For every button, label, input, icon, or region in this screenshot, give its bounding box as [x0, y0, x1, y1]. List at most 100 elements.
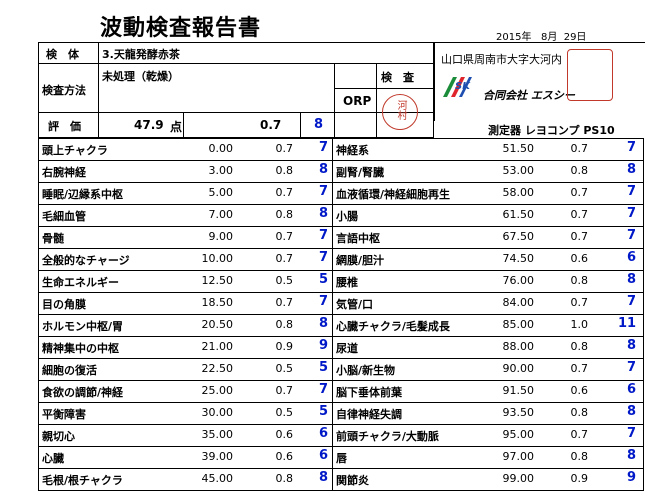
left-item-value: 35.00	[201, 428, 234, 441]
left-item-coef: 0.8	[275, 208, 294, 221]
right-item-level: 8	[626, 272, 636, 287]
left-item-coef: 0.7	[275, 230, 294, 243]
right-item-level: 7	[626, 228, 636, 243]
instrument-label: 測定器 レヨコンプ PS10	[488, 124, 615, 137]
company-name: 合同会社 エスシー	[483, 89, 575, 102]
left-item-level: 8	[318, 470, 328, 485]
left-item-value: 45.00	[201, 472, 234, 485]
right-item-value: 85.00	[502, 318, 535, 331]
report-title: 波動検査報告書	[100, 15, 262, 41]
right-item-coef: 0.6	[570, 252, 589, 265]
right-item-coef: 0.8	[570, 340, 589, 353]
left-item-level: 7	[318, 250, 328, 265]
right-item-level: 7	[626, 140, 636, 155]
right-item-coef: 0.7	[570, 362, 589, 375]
header-table: 検 体 3.天龍発酵赤茶 検査方法 未処理（乾燥） 検 査 ORP 評 価 47…	[38, 42, 434, 138]
right-item-value: 99.00	[502, 472, 535, 485]
report-date: 2015年 8月 29日	[496, 32, 587, 43]
left-item-name: 右腕神経	[42, 166, 86, 179]
right-item-name: 関節炎	[336, 474, 369, 487]
left-item-coef: 0.8	[275, 472, 294, 485]
table-row: 全般的なチャージ 10.00 0.7 7 網膜/胆汁 74.50 0.6 6	[38, 248, 644, 271]
left-item-value: 12.50	[201, 274, 234, 287]
right-item-level: 8	[626, 448, 636, 463]
inspect-label: 検 査	[381, 71, 414, 84]
left-item-level: 8	[318, 316, 328, 331]
right-item-name: 前頭チャクラ/大動脈	[336, 430, 439, 443]
table-row: 睡眠/辺縁系中枢 5.00 0.7 7 血液循環/神経細胞再生 58.00 0.…	[38, 182, 644, 205]
right-item-level: 8	[626, 404, 636, 419]
right-item-level: 7	[626, 294, 636, 309]
orp-label: ORP	[343, 94, 372, 108]
left-item-coef: 0.5	[275, 274, 294, 287]
right-item-coef: 0.8	[570, 406, 589, 419]
right-item-coef: 0.7	[570, 142, 589, 155]
left-item-value: 25.00	[201, 384, 234, 397]
table-row: 毛根/根チャクラ 45.00 0.8 8 関節炎 99.00 0.9 9	[38, 468, 644, 491]
right-item-value: 74.50	[502, 252, 535, 265]
left-item-name: ホルモン中枢/胃	[42, 320, 124, 333]
left-item-name: 毛細血管	[42, 210, 86, 223]
right-item-name: 唇	[336, 452, 347, 465]
table-row: 親切心 35.00 0.6 6 前頭チャクラ/大動脈 95.00 0.7 7	[38, 424, 644, 447]
right-item-coef: 0.8	[570, 450, 589, 463]
right-item-level: 7	[626, 360, 636, 375]
left-item-value: 10.00	[201, 252, 234, 265]
right-item-coef: 0.7	[570, 208, 589, 221]
method-value: 未処理（乾燥）	[102, 70, 179, 83]
eval-level: 8	[314, 117, 324, 132]
right-item-coef: 0.8	[570, 164, 589, 177]
right-item-value: 61.50	[502, 208, 535, 221]
right-item-coef: 0.7	[570, 296, 589, 309]
right-item-name: 神経系	[336, 144, 369, 157]
right-item-name: 小脳/新生物	[336, 364, 396, 377]
right-item-value: 91.50	[502, 384, 535, 397]
right-item-name: 血液循環/神経細胞再生	[336, 188, 451, 201]
right-item-name: 気管/口	[336, 298, 374, 311]
left-item-name: 頭上チャクラ	[42, 144, 108, 157]
eval-label: 評 価	[48, 120, 81, 133]
left-item-coef: 0.8	[275, 318, 294, 331]
right-item-name: 心臓チャクラ/毛髪成長	[336, 320, 450, 333]
left-item-value: 18.50	[201, 296, 234, 309]
table-row: 平衡障害 30.00 0.5 5 自律神経失調 93.50 0.8 8	[38, 402, 644, 425]
left-item-coef: 0.7	[275, 186, 294, 199]
left-item-coef: 0.9	[275, 340, 294, 353]
left-item-level: 6	[318, 426, 328, 441]
eval-unit: 点	[170, 120, 183, 134]
left-item-level: 5	[318, 272, 328, 287]
left-item-level: 8	[318, 162, 328, 177]
right-item-coef: 1.0	[570, 318, 589, 331]
left-item-name: 食欲の調節/神経	[42, 386, 124, 399]
right-item-value: 95.00	[502, 428, 535, 441]
right-item-coef: 0.9	[570, 472, 589, 485]
eval-coef: 0.7	[260, 118, 282, 132]
right-item-name: 尿道	[336, 342, 358, 355]
left-item-coef: 0.7	[275, 252, 294, 265]
right-item-level: 6	[626, 382, 636, 397]
company-square-seal	[567, 49, 613, 101]
right-item-coef: 0.7	[570, 186, 589, 199]
left-item-level: 9	[318, 338, 328, 353]
left-item-name: 細胞の復活	[42, 364, 97, 377]
table-row: 食欲の調節/神経 25.00 0.7 7 脳下垂体前葉 91.50 0.6 6	[38, 380, 644, 403]
right-item-value: 53.00	[502, 164, 535, 177]
left-item-name: 全般的なチャージ	[42, 254, 130, 267]
left-item-coef: 0.7	[275, 296, 294, 309]
right-item-coef: 0.6	[570, 384, 589, 397]
eval-score: 47.9	[134, 118, 164, 132]
left-item-name: 精神集中の中枢	[42, 342, 119, 355]
left-item-level: 7	[318, 228, 328, 243]
left-item-value: 9.00	[208, 230, 234, 243]
left-item-name: 親切心	[42, 430, 75, 443]
left-item-level: 7	[318, 184, 328, 199]
left-item-value: 30.00	[201, 406, 234, 419]
left-item-value: 7.00	[208, 208, 234, 221]
right-item-value: 93.50	[502, 406, 535, 419]
company-address: 山口県周南市大字大河内	[441, 53, 562, 66]
right-item-level: 7	[626, 426, 636, 441]
left-item-level: 8	[318, 206, 328, 221]
left-item-coef: 0.7	[275, 142, 294, 155]
right-item-value: 76.00	[502, 274, 535, 287]
left-item-name: 目の角膜	[42, 298, 86, 311]
